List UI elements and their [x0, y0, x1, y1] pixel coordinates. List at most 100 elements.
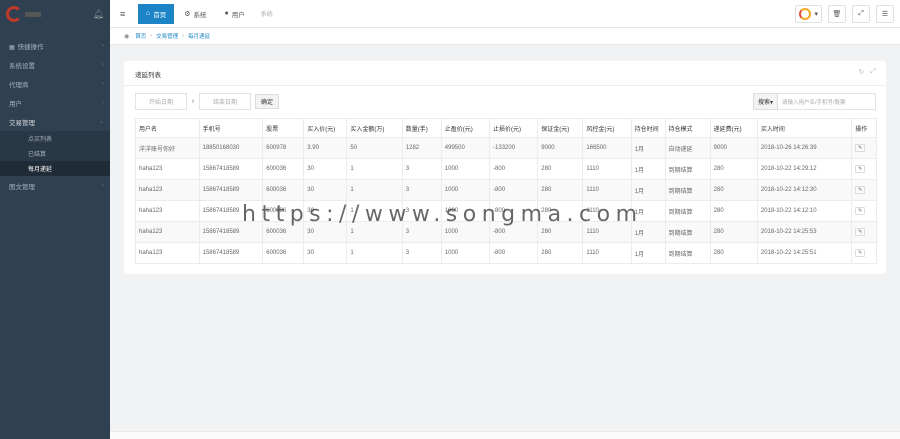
trading-submenu: 点买列表 已结算 每月递延 [0, 131, 110, 176]
table-cell: 600036 [262, 242, 305, 264]
nav-users[interactable]: ● 用户 [217, 4, 253, 24]
trash-icon: 🗑︎ [832, 11, 842, 18]
column-header: 买入时间 [756, 118, 853, 138]
table-cell: 280 [537, 179, 584, 201]
nav-system[interactable]: ⚙ 系统 [176, 4, 214, 24]
table-cell-actions: ✎ [851, 200, 877, 222]
sidebar-item-label: 快捷操作 [17, 43, 44, 51]
table-cell: -800 [489, 158, 539, 180]
table-cell: 2018-10-22 14:29:12 [756, 158, 853, 180]
search-type-select[interactable]: 搜索▾ [752, 93, 778, 110]
breadcrumb-home[interactable]: 首页 [135, 32, 146, 40]
table-cell: 到期结算 [664, 158, 711, 180]
gear-icon: ⚙ [184, 10, 191, 18]
table-cell: 280 [537, 158, 584, 180]
card-title: 递延列表 [135, 72, 161, 79]
more-button[interactable]: ☰ [876, 5, 894, 23]
edit-icon[interactable]: ✎ [855, 249, 866, 257]
sidebar-item-settings[interactable]: 系统设置 › [0, 55, 110, 74]
table-cell: 280 [709, 179, 758, 201]
maximize-icon[interactable]: ⤢ [870, 68, 876, 76]
sidebar-item-agents[interactable]: 代理商 › [0, 74, 110, 93]
list-icon: ☰ [881, 11, 889, 18]
user-icon: ● [224, 10, 229, 17]
column-header: 股票 [262, 118, 305, 138]
table-cell: haha123 [135, 179, 200, 201]
table-cell: 2018-10-26 14:26:39 [756, 137, 853, 159]
nav-label: 首页 [153, 11, 167, 19]
table-cell: 600036 [262, 179, 305, 201]
table-cell: 30 [303, 179, 348, 201]
edit-icon[interactable]: ✎ [855, 207, 866, 215]
avatar [799, 8, 812, 20]
end-date-input[interactable]: 结束日期 [199, 93, 251, 110]
user-menu-button[interactable]: ▾ [795, 5, 822, 23]
menu-toggle-icon[interactable]: ≡ [120, 9, 136, 19]
card-divider [124, 85, 886, 86]
table-cell: 280 [709, 242, 758, 264]
table-cell: 3.90 [303, 137, 348, 159]
top-bar: ≡ ⌂ 首页 ⚙ 系统 ● 用户 系统 ▾ 🗑︎ ⤢ ☰ [110, 0, 900, 28]
edit-icon[interactable]: ✎ [855, 186, 866, 194]
nav-home[interactable]: ⌂ 首页 [138, 3, 175, 24]
column-header: 持仓模式 [664, 118, 711, 138]
fullscreen-button[interactable]: ⤢ [852, 5, 870, 23]
table-cell: 3 [401, 179, 442, 201]
breadcrumb-trading[interactable]: 交易管理 [156, 32, 178, 40]
refresh-icon[interactable]: ↻ [859, 68, 865, 76]
table-cell-actions: ✎ [851, 242, 877, 264]
footer [110, 431, 900, 439]
table-cell: 3 [401, 242, 442, 264]
table-cell: 2018-10-22 14:25:51 [756, 242, 853, 264]
sidebar-menu: ▦ 快捷操作 › 系统设置 › 代理商 › 用户 › 交易管理 ⌄ 点买列表 已结… [0, 36, 110, 195]
table-cell: 1110 [582, 158, 632, 180]
breadcrumb-separator: › [150, 33, 153, 39]
table-cell: 30 [303, 158, 348, 180]
table-cell: 1月 [630, 158, 666, 180]
column-header: 买入价(元) [303, 118, 348, 138]
deferral-table: 用户名 手机号 股票 买入价(元) 买入金额(万) 数量(手) 止盈价(元) 止… [135, 118, 877, 264]
table-cell: 499500 [440, 137, 491, 159]
logo-text [25, 11, 41, 17]
table-cell: 9000 [709, 137, 758, 159]
edit-icon[interactable]: ✎ [855, 165, 866, 173]
edit-icon[interactable]: ✎ [855, 144, 866, 152]
table-cell: 600036 [262, 158, 305, 180]
edit-icon[interactable]: ✎ [855, 228, 866, 236]
table-cell: 15867418589 [198, 242, 264, 264]
table-cell: 2018-10-22 14:12:30 [756, 179, 853, 201]
table-cell: 1月 [630, 179, 666, 201]
table-cell: 1110 [582, 179, 632, 201]
bell-icon[interactable]: 🔔︎ [93, 9, 104, 20]
sidebar-item-trading[interactable]: 交易管理 ⌄ [0, 112, 110, 131]
chevron-right-icon: › [102, 80, 104, 87]
table-cell: 1000 [440, 242, 491, 264]
trash-button[interactable]: 🗑︎ [828, 5, 846, 23]
table-row: 洋洋账号你好 18850168030 600978 3.90 50 1282 499500-… [135, 137, 877, 159]
sidebar-item-label: 代理商 [9, 81, 29, 89]
nav-extra[interactable]: 系统 [261, 9, 273, 18]
top-right-tools: ▾ 🗑︎ ⤢ ☰ [795, 5, 894, 23]
sidebar-subitem-settled[interactable]: 已结算 [0, 146, 110, 161]
sidebar-item-content[interactable]: 图文管理 › [0, 176, 110, 195]
confirm-button[interactable]: 确定 [255, 94, 280, 109]
sidebar-item-label: 用户 [9, 100, 22, 108]
search-input[interactable]: 请输入用户名/手机号/股票 [778, 93, 876, 110]
grid-icon: ▦ [9, 44, 15, 51]
home-icon: ⌂ [146, 10, 151, 17]
sidebar-item-users[interactable]: 用户 › [0, 93, 110, 112]
sidebar-subitem-buy-list[interactable]: 点买列表 [0, 131, 110, 146]
date-filter: 开始日期 › 结束日期 确定 [135, 93, 280, 110]
table-cell: 1 [346, 158, 403, 180]
sidebar-item-shortcuts[interactable]: ▦ 快捷操作 › [0, 36, 110, 55]
chevron-down-icon: ⌄ [98, 119, 104, 125]
table-cell: 50 [346, 137, 403, 159]
watermark: https://www.songma.com [242, 202, 643, 227]
expand-icon: ⤢ [858, 10, 864, 17]
table-cell: 1月 [630, 137, 666, 159]
column-header: 数量(手) [401, 118, 442, 138]
start-date-input[interactable]: 开始日期 [135, 93, 187, 110]
breadcrumb-current[interactable]: 每月递延 [188, 32, 210, 40]
sidebar-subitem-monthly-deferral[interactable]: 每月递延 [0, 161, 110, 176]
table-cell: -133200 [489, 137, 539, 159]
